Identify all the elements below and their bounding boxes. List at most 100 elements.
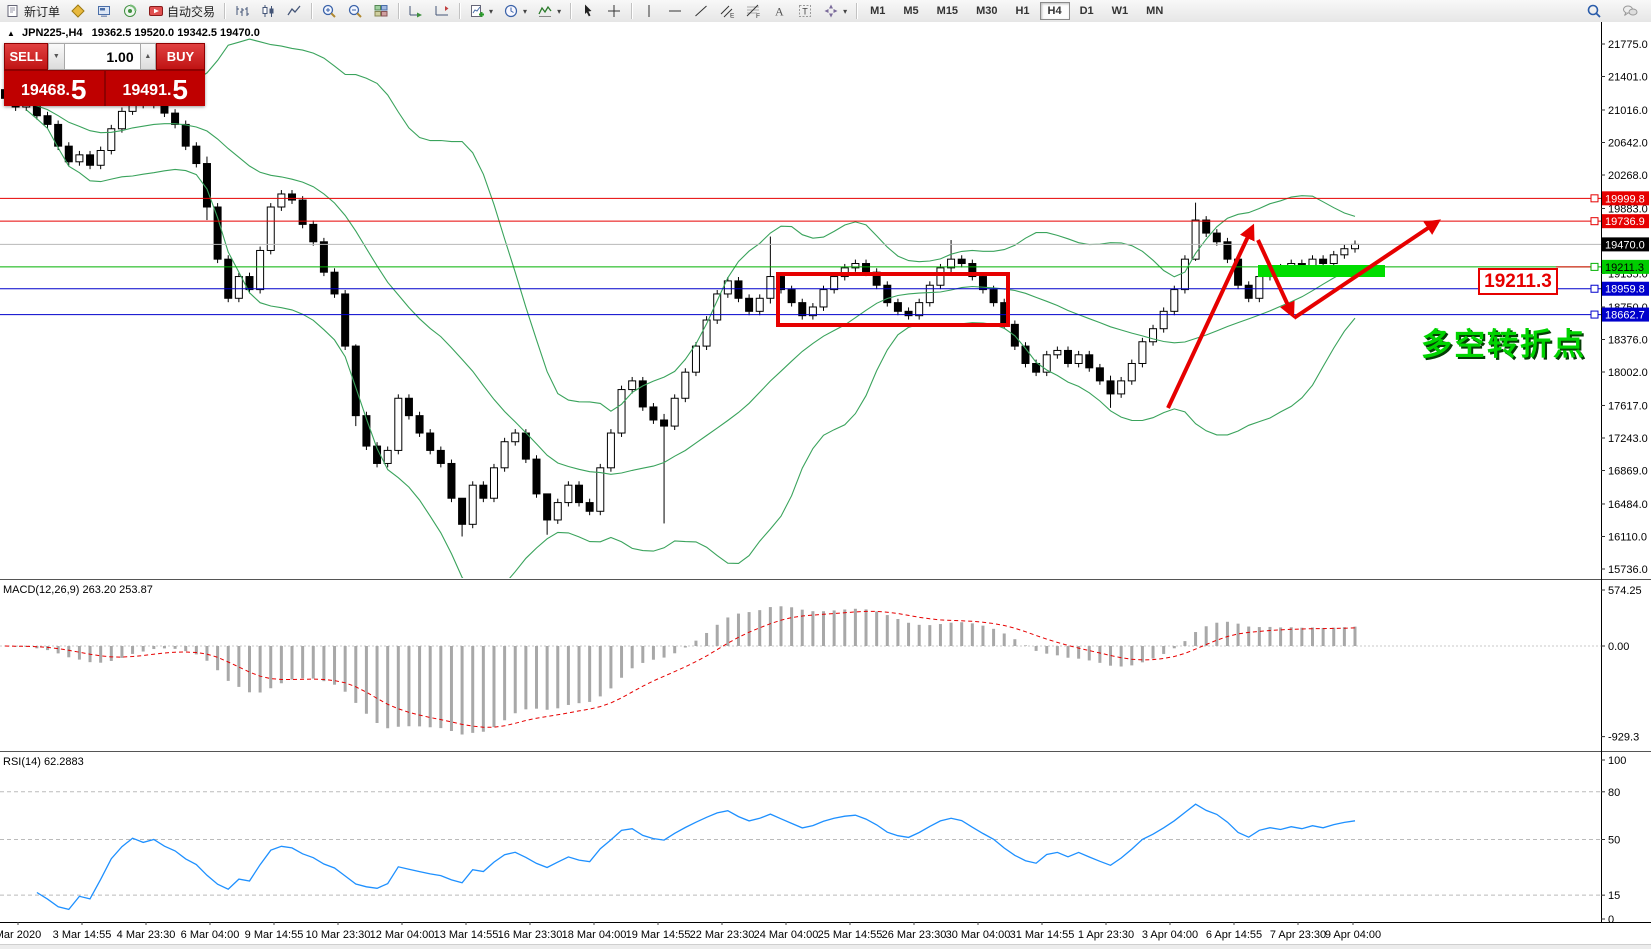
timeframe-w1-button[interactable]: W1	[1104, 2, 1137, 20]
chart-canvas[interactable]: 21775.021401.021016.020642.020268.019883…	[0, 22, 1651, 949]
bear-candle	[288, 193, 297, 201]
candlestick-mode-icon[interactable]	[256, 0, 280, 22]
label-tool[interactable]: T	[793, 0, 817, 22]
axis-label: 50	[1608, 835, 1620, 847]
strategy-tester-icon[interactable]	[118, 0, 142, 22]
bear-candle	[1064, 349, 1072, 364]
bull-candle	[617, 389, 626, 434]
timeframe-d1-button[interactable]: D1	[1072, 2, 1102, 20]
rsi-line	[36, 803, 1356, 911]
fibo-glyph: F	[746, 4, 760, 19]
bear-candle	[341, 293, 350, 347]
bull-candle	[1159, 310, 1168, 330]
ask-main: 19491.	[122, 82, 172, 99]
profiles-clock-dropdown[interactable]: ▾	[499, 0, 531, 22]
indicators-dropdown[interactable]: ▾	[533, 0, 565, 22]
bear-candle	[319, 241, 328, 273]
bear-candle	[479, 484, 488, 499]
axis-label: 3 Mar 14:55	[53, 929, 112, 941]
bear-candle	[660, 419, 669, 427]
timeframe-m5-button[interactable]: M5	[895, 2, 926, 20]
axis-label: 16110.0	[1608, 531, 1647, 543]
one-click-trading-panel: SELL ▼ 1.00 ▲ BUY 19468. 5 19491. 5	[4, 43, 205, 106]
equidistant-channel-tool[interactable]: E	[715, 0, 739, 22]
chevron-down-icon[interactable]: ▾	[557, 7, 561, 16]
bull-candle	[925, 284, 934, 304]
auto-scroll-icon[interactable]	[404, 0, 428, 22]
zoom-in-icon[interactable]	[317, 0, 341, 22]
volume-input[interactable]: 1.00	[64, 43, 140, 70]
bar-chart-mode-icon[interactable]	[230, 0, 254, 22]
chevron-down-icon[interactable]: ▾	[843, 7, 847, 16]
line-chart-mode-icon[interactable]	[282, 0, 306, 22]
metaeditor-diamond-icon[interactable]	[66, 0, 90, 22]
new-order-button[interactable]: 新订单	[1, 0, 64, 22]
zoom-out-icon[interactable]	[343, 0, 367, 22]
volume-down-button[interactable]: ▼	[48, 43, 65, 70]
axis-label: 19211.3	[1605, 262, 1644, 274]
radar-glyph	[124, 4, 137, 17]
trendline-tool[interactable]	[689, 0, 713, 22]
bear-candle	[192, 145, 201, 165]
clock-glyph	[504, 4, 518, 18]
crosshair-glyph	[608, 5, 621, 17]
terminal-glyph	[98, 6, 111, 17]
main-pane	[0, 38, 1601, 578]
bull-candle	[1074, 354, 1083, 364]
bull-candle	[1329, 254, 1338, 265]
bear-candle	[436, 449, 445, 464]
bear-candle	[426, 432, 435, 451]
bid-pip: 5	[70, 74, 87, 105]
ask-price[interactable]: 19491. 5	[106, 71, 206, 106]
axis-label: -929.3	[1608, 732, 1639, 744]
arrows-tool-dropdown[interactable]: ▾	[819, 0, 851, 22]
timeframe-m30-button[interactable]: M30	[968, 2, 1005, 20]
bull-candle	[691, 345, 700, 373]
axis-label: 17617.0	[1608, 400, 1648, 412]
bear-candle	[181, 123, 190, 147]
chat-icon[interactable]	[1618, 0, 1642, 22]
buy-button[interactable]: BUY	[156, 43, 205, 70]
annotation-text-label[interactable]: 多空转折点	[1421, 319, 1586, 364]
crosshair-tool[interactable]	[602, 0, 626, 22]
vertical-line-tool[interactable]	[637, 0, 661, 22]
timeframe-m1-button[interactable]: M1	[862, 2, 893, 20]
timeframe-h1-button[interactable]: H1	[1007, 2, 1037, 20]
search-glyph	[1587, 4, 1601, 18]
text-tool[interactable]: A	[767, 0, 791, 22]
volume-up-button[interactable]: ▲	[139, 43, 157, 70]
terminal-icon[interactable]	[92, 0, 116, 22]
bull-candle	[606, 432, 615, 469]
cursor-glyph	[585, 4, 592, 17]
axis-label: 4 Mar 23:30	[117, 929, 176, 941]
new-chart-dropdown[interactable]: ▾	[465, 0, 497, 22]
bull-candle	[1255, 276, 1264, 299]
bull-candle	[117, 110, 126, 130]
chart-shift-icon[interactable]	[430, 0, 454, 22]
trend-arrow-1[interactable]	[1166, 223, 1255, 409]
chart-region: 21775.0 21401.0 21016.0 20642.0 20268.0 19883…	[0, 22, 1651, 949]
axis-label: 21401.0	[1608, 72, 1648, 84]
bull-candle	[1351, 243, 1360, 250]
collapse-arrow-icon[interactable]: ▲	[7, 29, 15, 38]
timeframe-m15-button[interactable]: M15	[929, 2, 966, 20]
autotrading-button[interactable]: 自动交易	[144, 0, 219, 22]
bear-candle	[64, 145, 73, 163]
sell-button[interactable]: SELL	[4, 43, 49, 70]
timeframe-h4-button[interactable]: H4	[1039, 2, 1070, 20]
cursor-tool[interactable]	[576, 0, 600, 22]
horizontal-line-tool[interactable]	[663, 0, 687, 22]
bear-candle	[1202, 219, 1211, 234]
chevron-down-icon[interactable]: ▾	[523, 7, 527, 16]
bull-candle	[628, 380, 637, 391]
tile-windows-icon[interactable]	[369, 0, 393, 22]
search-icon[interactable]	[1582, 0, 1606, 22]
bid-price[interactable]: 19468. 5	[4, 71, 106, 106]
fibonacci-tool[interactable]: F	[741, 0, 765, 22]
price-callout-label[interactable]: 19211.3	[1478, 268, 1558, 295]
timeframe-mn-button[interactable]: MN	[1138, 2, 1171, 20]
chevron-down-icon[interactable]: ▾	[489, 7, 493, 16]
chat-glyph	[1623, 5, 1638, 16]
line-anchor-marker	[1590, 217, 1599, 226]
axis-label: Mar 2020	[0, 929, 41, 941]
